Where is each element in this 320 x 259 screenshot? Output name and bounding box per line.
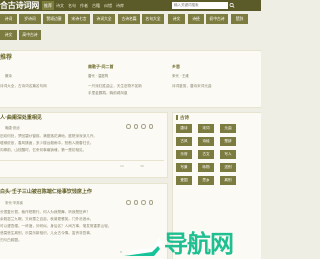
- poem-line: 堤柳依依，春风拂面，多少楼台烟雨中。愁断人肠春归去。: [0, 141, 94, 145]
- sidebar-item[interactable]: 写景: [176, 163, 192, 172]
- rec-title[interactable]: 乡思: [172, 64, 180, 70]
- section-marker: [176, 115, 178, 120]
- poem-toolbar: [126, 124, 153, 129]
- nav-item[interactable]: 作者: [78, 1, 90, 10]
- poem-line: 悲莫悲生离别，乐莫乐新相识，儿女古今情。富贵非吾事，: [0, 231, 94, 235]
- tag-cloud: 诗词 岁诗词 赞颂边塞 宋诗七言 诗词大全 古诗名篇 名句大全 诗文 诗经 初中…: [0, 14, 261, 46]
- nav-item[interactable]: 诗库: [114, 1, 126, 10]
- tag-item[interactable]: 赞颂边塞: [43, 14, 65, 24]
- like-icon[interactable]: [126, 124, 131, 129]
- recommend-title: 推荐: [0, 54, 13, 61]
- sidebar-item[interactable]: 元曲: [220, 124, 236, 133]
- tag-item[interactable]: 诗经: [188, 14, 204, 24]
- sidebar-title: 古诗: [180, 116, 189, 121]
- nav-item[interactable]: 古籍: [90, 1, 102, 10]
- share-icon[interactable]: [148, 200, 153, 205]
- tag-item[interactable]: 古诗名篇: [118, 14, 140, 24]
- poem-title[interactable]: 人·曲阑深处重相见: [0, 114, 42, 121]
- search-input[interactable]: [172, 2, 228, 9]
- comment-count: 30: [140, 164, 144, 168]
- poem-line: 旧欢何处，梦回碧纱窗前。满庭落花满地，庭院深深深几许。: [0, 134, 98, 138]
- poem-line: 余既滋兰九畹，又树蕙之百亩，秋菊更餐英。门外沧浪水，: [0, 217, 94, 221]
- tag-item[interactable]: 诗词: [0, 14, 17, 24]
- tag-item[interactable]: 诗词大全: [93, 14, 115, 24]
- svg-text:导航网: 导航网: [164, 230, 233, 258]
- copy-icon[interactable]: [133, 124, 138, 129]
- tag-item[interactable]: 高中古诗: [19, 30, 41, 40]
- sidebar-item[interactable]: 古风: [176, 137, 192, 146]
- tag-item[interactable]: 宋诗七言: [68, 14, 90, 24]
- poem-line: 向尊前，山枕醒时，忆来何事最销魂，第一是初相见。: [0, 148, 87, 152]
- sidebar-item[interactable]: 唐诗: [176, 124, 192, 133]
- sidebar-item[interactable]: 爱国: [176, 176, 192, 185]
- sidebar-item[interactable]: 古文: [198, 150, 214, 159]
- nav-item[interactable]: 诗文: [54, 1, 66, 10]
- rec-desc: 手里金鹦鹉，胸前绣凤凰: [88, 91, 128, 95]
- poem-line: 归与白鸥盟。: [0, 238, 22, 242]
- audio-icon[interactable]: [141, 124, 146, 129]
- sidebar-item[interactable]: 咏物: [198, 163, 214, 172]
- like-icon[interactable]: [126, 200, 131, 205]
- sidebar-item[interactable]: 离别: [220, 176, 236, 185]
- site-logo[interactable]: 合古诗词网: [0, 0, 39, 11]
- nav-item[interactable]: 纠错: [102, 1, 114, 10]
- copy-icon[interactable]: [133, 200, 138, 205]
- tag-item[interactable]: 诗文: [168, 14, 185, 24]
- page: { "site": { "logo": "合古诗词网" }, "topnav":…: [0, 0, 261, 259]
- audio-icon[interactable]: [141, 200, 146, 205]
- rec-author: 微诗: [5, 74, 12, 78]
- search-icon[interactable]: [229, 2, 235, 9]
- divider: [0, 160, 164, 161]
- poem-toolbar: [126, 200, 153, 205]
- rec-author: 宋代 · 王维: [172, 74, 189, 78]
- rec-author: 唐代 · 温庭筠: [88, 74, 109, 78]
- rec-desc: 一尺深红胜曲尘，天生旧物不如新: [88, 84, 142, 88]
- tag-item[interactable]: 楚辞: [231, 14, 248, 24]
- nav-item[interactable]: 推荐: [42, 1, 54, 10]
- watermark-logo: 导航网: [124, 230, 234, 258]
- poem-title[interactable]: 白头·壬子三山被召陈端仁给事饮饯席上作: [0, 188, 92, 195]
- poem-author[interactable]: 晚唐·张泌: [5, 125, 20, 130]
- rec-title[interactable]: 南歌子·问二首: [88, 64, 114, 70]
- tag-item[interactable]: 初中古诗: [206, 14, 228, 24]
- poem-line: 长恨复长恨，裁作短歌行。何人为我楚舞，听我楚狂声？: [0, 210, 90, 214]
- sidebar-item[interactable]: 思乡: [198, 176, 214, 185]
- tag-item[interactable]: 岁诗词: [19, 14, 41, 24]
- tag-item[interactable]: 诗文: [0, 30, 17, 40]
- sidebar-item[interactable]: 乐府: [176, 150, 192, 159]
- recommend-card: [0, 50, 261, 108]
- rec-desc: 诗词鉴赏，唐诗宋词元曲: [172, 84, 212, 88]
- sidebar-item[interactable]: 送别: [220, 163, 236, 172]
- sidebar-item[interactable]: 宋词: [198, 124, 214, 133]
- top-nav: 推荐 诗文 名句 作者 古籍 纠错 诗库: [42, 1, 126, 10]
- sidebar-item[interactable]: 楚辞: [220, 137, 236, 146]
- rec-desc: 诗词大全，古诗词名篇名句网: [0, 84, 47, 88]
- poem-author[interactable]: 宋代·辛弃疾: [5, 200, 23, 205]
- poem-line: 可以濯吾缨。一杯酒，问何似，身后名？人间万事，毫发常重泰山轻。: [0, 224, 112, 228]
- nav-item[interactable]: 名句: [66, 1, 78, 10]
- share-icon[interactable]: [148, 124, 153, 129]
- sidebar-item[interactable]: 诗经: [198, 137, 214, 146]
- tag-item[interactable]: 名句大全: [142, 14, 164, 24]
- sidebar-item[interactable]: 写人: [220, 150, 236, 159]
- like-count: 12: [120, 164, 124, 168]
